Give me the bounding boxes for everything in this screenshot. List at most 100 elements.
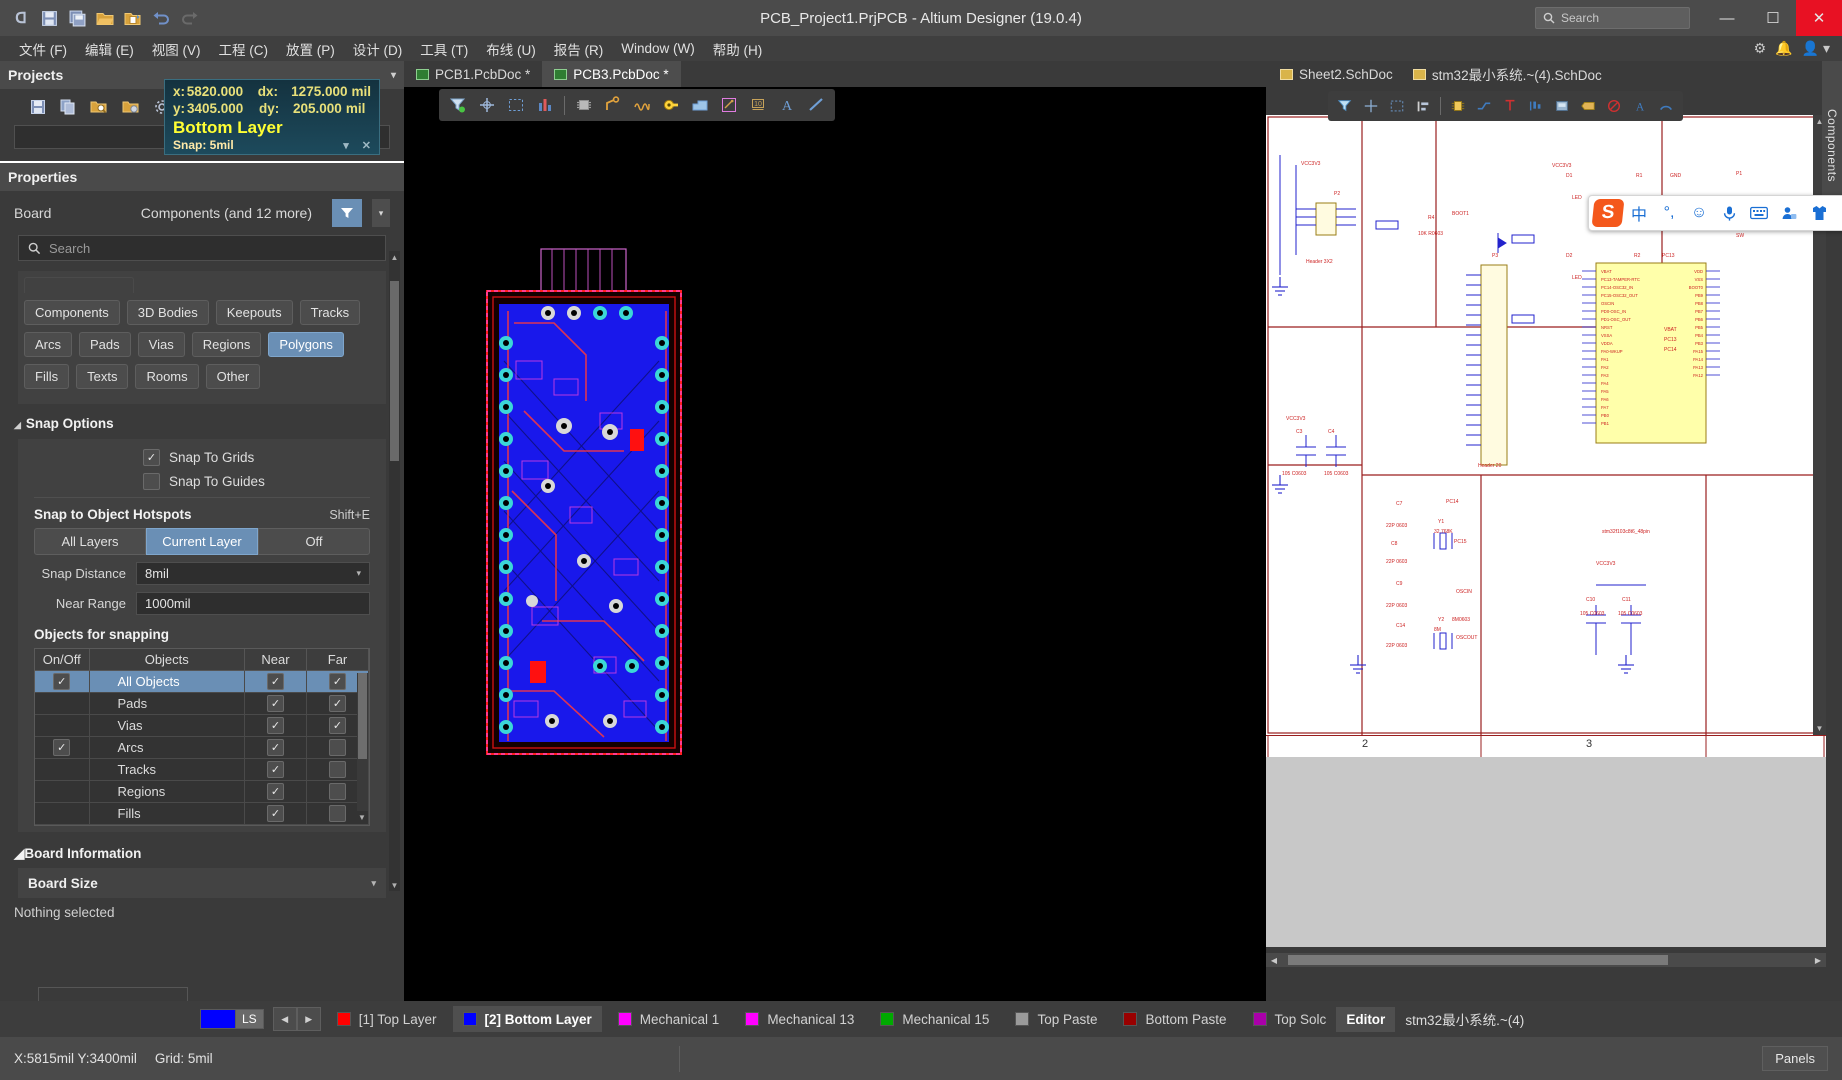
snap-row-near-checkbox[interactable] bbox=[267, 739, 284, 756]
snap-row-far-checkbox[interactable] bbox=[329, 739, 346, 756]
chip-polygons[interactable]: Polygons bbox=[268, 332, 344, 357]
chip-3d-bodies[interactable]: 3D Bodies bbox=[126, 300, 209, 325]
properties-search-input[interactable]: Search bbox=[18, 235, 386, 261]
table-row[interactable]: Vias bbox=[35, 714, 369, 737]
bus-icon[interactable] bbox=[1550, 94, 1574, 118]
table-scroll-down-icon[interactable]: ▼ bbox=[356, 811, 368, 824]
menu-tools[interactable]: 工具 (T) bbox=[411, 36, 477, 62]
ime-skin-icon[interactable] bbox=[1805, 199, 1833, 227]
hotspot-mode-current-layer[interactable]: Current Layer bbox=[146, 528, 258, 555]
snap-row-onoff[interactable] bbox=[35, 736, 90, 759]
layer-tab-3[interactable]: Mechanical 13 bbox=[735, 1006, 864, 1032]
snap-row-near-checkbox[interactable] bbox=[267, 695, 284, 712]
snap-row-near-checkbox[interactable] bbox=[267, 783, 284, 800]
table-row[interactable]: Fills bbox=[35, 802, 369, 825]
maximize-button[interactable]: ☐ bbox=[1750, 0, 1796, 36]
snap-row-onoff[interactable] bbox=[35, 802, 90, 825]
snap-row-onoff[interactable] bbox=[35, 780, 90, 803]
table-row[interactable]: Arcs bbox=[35, 736, 369, 759]
wire-icon[interactable] bbox=[1472, 94, 1496, 118]
differential-pair-icon[interactable] bbox=[629, 92, 655, 118]
coordinate-hud[interactable]: x: 5820.000 dx: 1275.000 mil y: 3405.000… bbox=[164, 79, 380, 155]
snap-row-onoff[interactable] bbox=[35, 692, 90, 715]
properties-scroll-thumb[interactable] bbox=[390, 281, 399, 461]
chip-other[interactable]: Other bbox=[205, 364, 261, 389]
snap-row-near-checkbox[interactable] bbox=[267, 805, 284, 822]
layer-tab-2[interactable]: Mechanical 1 bbox=[608, 1006, 730, 1032]
snap-options-section-title[interactable]: ◢ Snap Options bbox=[14, 416, 390, 431]
menu-edit[interactable]: 编辑 (E) bbox=[76, 36, 143, 62]
close-button[interactable]: ✕ bbox=[1796, 0, 1842, 36]
text-icon[interactable]: A bbox=[774, 92, 800, 118]
chip-regions[interactable]: Regions bbox=[191, 332, 262, 357]
hud-caret-icon[interactable]: ▾ bbox=[343, 139, 349, 152]
chip-rooms[interactable]: Rooms bbox=[135, 364, 199, 389]
snap-row-onoff-checkbox[interactable] bbox=[53, 673, 71, 690]
select-area-icon[interactable] bbox=[1385, 94, 1409, 118]
filter-dropdown-caret[interactable]: ▾ bbox=[372, 199, 390, 227]
hotspot-mode-all-layers[interactable]: All Layers bbox=[34, 528, 146, 555]
scroll-right-icon[interactable]: ▶ bbox=[1810, 953, 1826, 967]
power-port-icon[interactable] bbox=[1498, 94, 1522, 118]
projects-folder-config-icon[interactable] bbox=[122, 99, 140, 115]
snap-row-far-checkbox[interactable] bbox=[329, 805, 346, 822]
open-project-icon[interactable] bbox=[120, 5, 146, 31]
crosshair-icon[interactable] bbox=[474, 92, 500, 118]
arc-icon[interactable] bbox=[1654, 94, 1678, 118]
crosshair-icon[interactable] bbox=[1359, 94, 1383, 118]
align-icon[interactable] bbox=[1411, 94, 1435, 118]
layer-tab-4[interactable]: Mechanical 15 bbox=[870, 1006, 999, 1032]
chevron-down-icon[interactable]: ▾ bbox=[371, 878, 376, 889]
snap-row-onoff-checkbox[interactable] bbox=[53, 739, 71, 756]
line-icon[interactable] bbox=[803, 92, 829, 118]
layer-prev-button[interactable]: ◀ bbox=[272, 1007, 297, 1031]
chevron-down-icon[interactable]: ▾ bbox=[391, 70, 396, 81]
snap-to-guides-checkbox[interactable] bbox=[143, 473, 160, 490]
snap-row-onoff[interactable] bbox=[35, 714, 90, 737]
altium-logo-icon[interactable]: ᗡ bbox=[8, 5, 34, 31]
schematic-horizontal-scrollbar[interactable]: ◀ ▶ bbox=[1266, 953, 1826, 967]
snap-row-onoff[interactable] bbox=[35, 758, 90, 781]
component-icon[interactable] bbox=[571, 92, 597, 118]
snap-to-guides-row[interactable]: Snap To Guides bbox=[143, 473, 386, 490]
layer-tab-0[interactable]: [1] Top Layer bbox=[327, 1006, 447, 1032]
scroll-down-icon[interactable]: ▼ bbox=[389, 879, 400, 891]
hotspot-mode-off[interactable]: Off bbox=[258, 528, 370, 555]
snap-row-near[interactable] bbox=[244, 758, 307, 781]
snap-row-near[interactable] bbox=[244, 736, 307, 759]
layer-set-button[interactable]: LS bbox=[200, 1008, 264, 1030]
tab-pcb3[interactable]: PCB3.PcbDoc * bbox=[542, 61, 681, 87]
snap-to-grids-checkbox[interactable] bbox=[143, 449, 160, 466]
minimize-button[interactable]: — bbox=[1704, 0, 1750, 36]
menu-route[interactable]: 布线 (U) bbox=[477, 36, 545, 62]
user-account-icon[interactable]: 👤 ▾ bbox=[1802, 40, 1830, 57]
chip-texts[interactable]: Texts bbox=[76, 364, 129, 389]
layer-tab-7[interactable]: Top Solc bbox=[1243, 1006, 1337, 1032]
snap-to-grids-row[interactable]: Snap To Grids bbox=[143, 449, 386, 466]
snap-distance-input[interactable]: 8mil ▾ bbox=[136, 562, 370, 585]
snap-row-far-checkbox[interactable] bbox=[329, 673, 346, 690]
projects-save-icon[interactable] bbox=[30, 99, 46, 115]
chip-arcs[interactable]: Arcs bbox=[24, 332, 72, 357]
filter-icon[interactable] bbox=[1333, 94, 1357, 118]
undo-icon[interactable] bbox=[148, 5, 174, 31]
open-icon[interactable] bbox=[92, 5, 118, 31]
layer-next-button[interactable]: ▶ bbox=[296, 1007, 321, 1031]
component-icon[interactable] bbox=[1446, 94, 1470, 118]
layer-tab-6[interactable]: Bottom Paste bbox=[1113, 1006, 1236, 1032]
settings-gear-icon[interactable]: ⚙ bbox=[1754, 40, 1767, 57]
select-area-icon[interactable] bbox=[503, 92, 529, 118]
schematic-hscroll-thumb[interactable] bbox=[1288, 955, 1668, 965]
menu-help[interactable]: 帮助 (H) bbox=[704, 36, 772, 62]
menu-place[interactable]: 放置 (P) bbox=[277, 36, 344, 62]
table-row[interactable]: Tracks bbox=[35, 758, 369, 781]
board-information-section-title[interactable]: ◢Board Information bbox=[14, 846, 390, 862]
chevron-down-icon[interactable]: ▾ bbox=[356, 568, 361, 579]
measure-icon[interactable] bbox=[532, 92, 558, 118]
table-row[interactable]: Regions bbox=[35, 780, 369, 803]
polygon-pour-icon[interactable] bbox=[687, 92, 713, 118]
filter-button[interactable] bbox=[332, 199, 362, 227]
properties-panel-scrollbar[interactable]: ▲ ▼ bbox=[389, 251, 400, 891]
chip-pads[interactable]: Pads bbox=[79, 332, 131, 357]
coordinate-icon[interactable]: 10 bbox=[745, 92, 771, 118]
